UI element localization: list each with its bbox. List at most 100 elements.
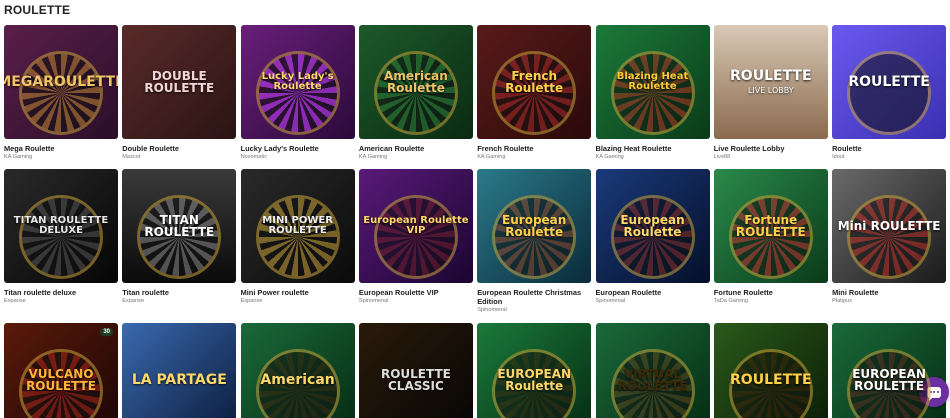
game-title[interactable]: Roulette xyxy=(832,144,946,153)
game-title[interactable]: French Roulette xyxy=(477,144,591,153)
game-provider: Live88 xyxy=(713,154,731,160)
game-title[interactable]: European Roulette xyxy=(596,288,710,297)
game-thumbnail[interactable]: American Roulette xyxy=(358,25,473,139)
game-card[interactable]: EUROPEAN ROULETTE xyxy=(832,323,947,418)
game-title[interactable]: Mini Roulette xyxy=(832,288,946,297)
game-art-title: TITAN ROULETTE DELUXE xyxy=(13,214,109,236)
game-card[interactable]: DOUBLE ROULETTE Double Roulette Mascot xyxy=(122,25,237,160)
game-title[interactable]: Blazing Heat Roulette xyxy=(596,144,710,153)
game-card[interactable]: MEGAROULETTE Mega RouletteKA Gaming xyxy=(4,25,118,160)
game-provider: KA Gaming xyxy=(477,154,506,160)
game-art-title: Fortune ROULETTE xyxy=(735,212,806,239)
game-art-title: European Roulette VIP xyxy=(363,214,469,236)
game-card[interactable]: ROULETTE Roulette Idout xyxy=(832,25,947,160)
game-card[interactable]: ROULETTE LIVE LOBBY Live Roulette Lobby Liv… xyxy=(713,25,828,160)
game-title[interactable]: American Roulette xyxy=(359,144,473,153)
game-art-title: DOUBLE ROULETTE xyxy=(144,68,215,95)
game-card[interactable]: European Roulette VIP European Roulette V… xyxy=(358,169,473,304)
game-provider: Spinomenal xyxy=(477,307,507,313)
roulette-wheel-icon xyxy=(19,51,103,135)
game-thumbnail[interactable]: European Roulette VIP xyxy=(358,169,473,283)
game-art-title: EUROPEAN ROULETTE xyxy=(852,366,926,393)
game-thumbnail[interactable]: MEGAROULETTE xyxy=(4,25,118,139)
game-thumbnail[interactable]: French Roulette xyxy=(477,25,592,139)
game-provider: Idout xyxy=(832,154,845,160)
game-provider: Spinomenal xyxy=(358,298,389,304)
game-art-title: MINI POWER ROULETTE xyxy=(262,214,333,236)
game-card[interactable]: 30 VULCANO ROULETTE xyxy=(4,323,118,418)
jackpot-badge: 30 xyxy=(100,328,113,336)
game-thumbnail[interactable]: TITAN ROULETTE DELUXE xyxy=(4,169,118,283)
game-thumbnail[interactable]: Mini ROULETTE xyxy=(832,169,947,283)
game-card[interactable]: MINI POWER ROULETTE Mini Power roulette Ex… xyxy=(240,169,355,304)
game-art-title: VIRTUAL ROULETTE xyxy=(617,366,688,393)
game-thumbnail[interactable]: DOUBLE ROULETTE xyxy=(122,25,237,139)
game-title[interactable]: European Roulette VIP xyxy=(359,288,473,297)
game-thumbnail[interactable]: VIRTUAL ROULETTE xyxy=(595,323,710,418)
game-provider: Expanse xyxy=(4,298,26,304)
game-art-title: EUROPEAN Roulette xyxy=(497,366,572,393)
game-provider: Spinomenal xyxy=(595,298,626,304)
game-card[interactable]: ROULETTE xyxy=(713,323,828,418)
game-thumbnail[interactable]: ROULETTE xyxy=(713,323,828,418)
game-thumbnail[interactable]: LA PARTAGE xyxy=(122,323,237,418)
game-thumbnail[interactable]: ROULETTE LIVE LOBBY xyxy=(713,25,828,139)
game-thumbnail[interactable]: TITAN ROULETTE xyxy=(122,169,237,283)
game-title[interactable]: Lucky Lady's Roulette xyxy=(241,144,355,153)
game-title[interactable]: Titan roulette deluxe xyxy=(4,288,118,297)
game-provider: Expanse xyxy=(240,298,263,304)
game-card[interactable]: Lucky Lady's Roulette Lucky Lady's Roulet… xyxy=(240,25,355,160)
game-card[interactable]: LA PARTAGE xyxy=(122,323,237,418)
game-thumbnail[interactable]: Lucky Lady's Roulette xyxy=(240,25,355,139)
game-art-title: European Roulette xyxy=(620,212,685,239)
game-provider: KA Gaming xyxy=(4,154,33,160)
game-art-title: LA PARTAGE xyxy=(131,371,227,388)
game-provider: TaDa Gaming xyxy=(713,298,748,304)
game-card[interactable]: Mini ROULETTE Mini Roulette Platipus xyxy=(832,169,947,304)
game-card[interactable]: European Roulette European Roulette Spinom… xyxy=(595,169,710,304)
game-thumbnail[interactable]: ROULETTE CLASSIC xyxy=(358,323,473,418)
game-thumbnail[interactable]: American xyxy=(240,323,355,418)
game-thumbnail[interactable]: EUROPEAN Roulette xyxy=(477,323,592,418)
game-art-title: ROULETTE LIVE LOBBY xyxy=(730,68,812,95)
roulette-wheel-icon xyxy=(373,195,458,279)
game-card[interactable]: Blazing Heat Roulette Blazing Heat Roulet… xyxy=(595,25,710,160)
game-thumbnail[interactable]: ROULETTE xyxy=(832,25,947,139)
game-thumbnail[interactable]: 30 VULCANO ROULETTE xyxy=(4,323,118,418)
game-art-title: American xyxy=(260,371,335,388)
game-card[interactable]: ROULETTE CLASSIC xyxy=(358,323,473,418)
game-art-title: ROULETTE xyxy=(848,73,930,90)
game-art-title: VULCANO ROULETTE xyxy=(26,366,96,393)
game-title[interactable]: Titan roulette xyxy=(122,288,236,297)
game-card[interactable]: French Roulette French Roulette KA Gaming xyxy=(477,25,592,160)
game-thumbnail[interactable]: MINI POWER ROULETTE xyxy=(240,169,355,283)
game-thumbnail[interactable]: European Roulette xyxy=(477,169,592,283)
game-card[interactable]: American Roulette American Roulette KA Gam… xyxy=(358,25,473,160)
game-card[interactable]: VIRTUAL ROULETTE xyxy=(595,323,710,418)
game-title[interactable]: European Roulette Christmas Edition xyxy=(477,288,591,306)
game-thumbnail[interactable]: Fortune ROULETTE xyxy=(713,169,828,283)
game-provider: Expanse xyxy=(122,298,145,304)
game-thumbnail[interactable]: Blazing Heat Roulette xyxy=(595,25,710,139)
section-title: ROULETTE xyxy=(4,3,71,17)
game-card[interactable]: European Roulette European Roulette Chris… xyxy=(477,169,592,313)
game-card[interactable]: Fortune ROULETTE Fortune Roulette TaDa Gam… xyxy=(713,169,828,304)
game-thumbnail[interactable]: EUROPEAN ROULETTE xyxy=(832,323,947,418)
game-card[interactable]: American xyxy=(240,323,355,418)
game-title[interactable]: Mini Power roulette xyxy=(241,288,355,297)
game-title[interactable]: Fortune Roulette xyxy=(714,288,828,297)
game-card[interactable]: EUROPEAN Roulette xyxy=(477,323,592,418)
game-art-title: Blazing Heat Roulette xyxy=(616,70,689,92)
game-art-title: European Roulette xyxy=(502,212,567,239)
game-art-title: TITAN ROULETTE xyxy=(144,212,215,239)
game-art-title: Mini ROULETTE xyxy=(837,218,941,233)
game-card[interactable]: TITAN ROULETTE Titan roulette Expanse xyxy=(122,169,237,304)
game-title[interactable]: Mega Roulette xyxy=(4,144,118,153)
game-card[interactable]: TITAN ROULETTE DELUXE Titan roulette delu… xyxy=(4,169,118,304)
game-title[interactable]: Live Roulette Lobby xyxy=(714,144,828,153)
game-art-title: ROULETTE CLASSIC xyxy=(380,366,451,393)
game-art-subtitle: LIVE LOBBY xyxy=(747,85,794,95)
game-title[interactable]: Double Roulette xyxy=(122,144,236,153)
game-thumbnail[interactable]: European Roulette xyxy=(595,169,710,283)
game-art-title: American Roulette xyxy=(384,68,448,95)
